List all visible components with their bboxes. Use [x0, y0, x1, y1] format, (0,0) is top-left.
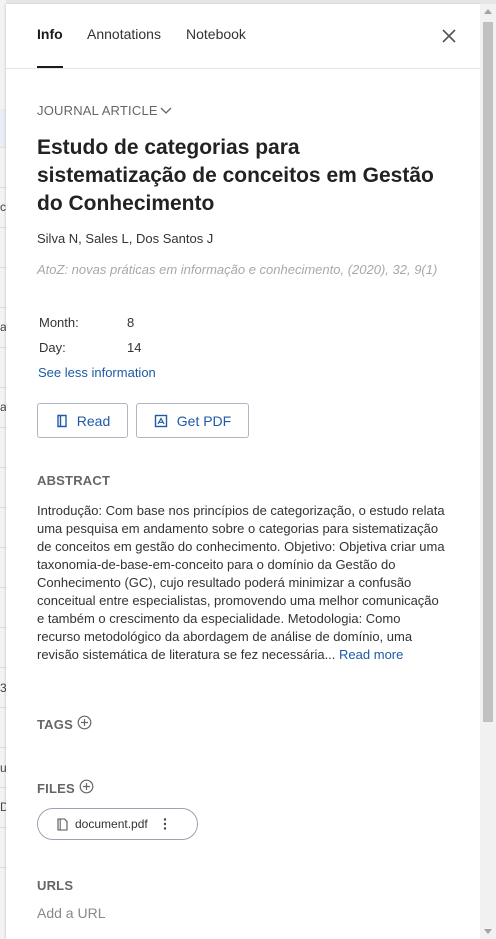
abstract-heading: ABSTRACT	[37, 473, 110, 488]
scrollbar-thumb[interactable]	[483, 22, 493, 722]
read-button[interactable]: Read	[37, 403, 128, 438]
get-pdf-button[interactable]: Get PDF	[136, 403, 249, 438]
tab-notebook[interactable]: Notebook	[186, 26, 246, 42]
add-tag-button[interactable]	[77, 715, 92, 733]
plus-circle-icon	[77, 715, 92, 730]
files-heading-label: FILES	[37, 780, 75, 796]
get-pdf-button-label: Get PDF	[176, 412, 232, 429]
read-more-link[interactable]: Read more	[339, 647, 403, 662]
meta-key: Month:	[39, 315, 79, 330]
tab-annotations[interactable]: Annotations	[87, 26, 161, 42]
tags-heading: TAGS	[37, 715, 92, 733]
abstract-text: Introdução: Com base nos princípios de c…	[37, 502, 447, 664]
article-type-label: JOURNAL ARTICLE	[37, 103, 158, 118]
meta-value: 8	[127, 315, 135, 330]
meta-row-day: Day: 14	[39, 340, 141, 355]
see-less-information-link[interactable]: See less information	[38, 365, 156, 380]
article-authors: Silva N, Sales L, Dos Santos J	[37, 231, 214, 246]
chevron-down-icon	[160, 107, 172, 114]
tab-bar: Info Annotations Notebook	[6, 4, 480, 69]
article-source: AtoZ: novas práticas em informação e con…	[37, 262, 438, 277]
article-type-selector[interactable]: JOURNAL ARTICLE	[37, 103, 173, 118]
files-heading: FILES	[37, 779, 94, 797]
close-button[interactable]	[438, 25, 460, 47]
meta-key: Day:	[39, 340, 66, 355]
file-chip[interactable]: document.pdf	[37, 808, 198, 840]
plus-circle-icon	[79, 779, 94, 794]
urls-heading: URLS	[37, 878, 73, 893]
read-button-label: Read	[76, 412, 111, 429]
urls-heading-label: URLS	[37, 878, 74, 893]
abstract-body: Introdução: Com base nos princípios de c…	[37, 503, 445, 662]
scroll-up-arrow[interactable]	[484, 9, 492, 14]
active-tab-indicator	[37, 66, 63, 68]
file-more-button[interactable]	[162, 817, 168, 831]
info-panel: Info Annotations Notebook JOURNAL ARTICL…	[6, 4, 480, 939]
file-name: document.pdf	[75, 817, 148, 831]
article-title: Estudo de categorias para sistematização…	[37, 136, 434, 215]
scroll-down-arrow[interactable]	[484, 929, 492, 934]
book-icon	[57, 414, 67, 427]
file-icon	[57, 817, 68, 831]
close-icon	[442, 29, 456, 43]
abstract-heading-label: ABSTRACT	[37, 473, 111, 488]
tags-heading-label: TAGS	[37, 716, 73, 732]
pdf-icon	[154, 414, 167, 427]
meta-value: 14	[127, 340, 142, 355]
meta-row-month: Month: 8	[39, 315, 134, 330]
add-file-button[interactable]	[79, 779, 94, 797]
more-vertical-icon	[163, 818, 166, 830]
scrollbar[interactable]	[480, 4, 496, 939]
add-url-link[interactable]: Add a URL	[37, 905, 105, 921]
tab-info[interactable]: Info	[37, 26, 63, 42]
